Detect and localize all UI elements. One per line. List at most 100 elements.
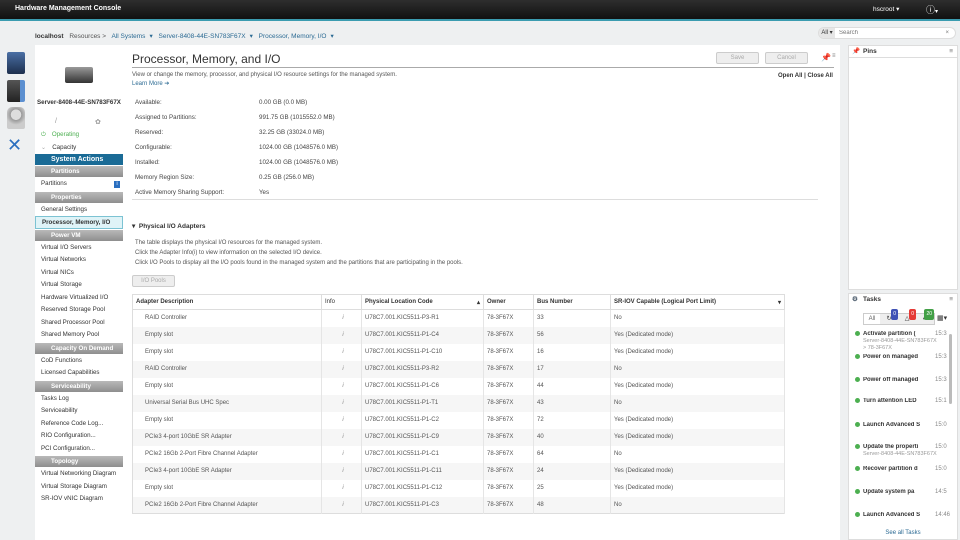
column-header[interactable]: Bus Number (533, 294, 611, 310)
search-input[interactable] (835, 30, 946, 36)
filter-all-button[interactable]: All (864, 314, 880, 324)
task-item[interactable]: Turn attention LED 15:1 (855, 398, 947, 405)
sidebar-item-rio-configuration[interactable]: RIO Configuration... (35, 430, 123, 443)
sidebar-item-serviceability[interactable]: Serviceability (35, 405, 123, 418)
task-item[interactable]: Power on managed 15:3 (855, 354, 947, 361)
sidebar-item-virtual-networking-diagram[interactable]: Virtual Networking Diagram (35, 468, 123, 481)
sidebar-item-partitions[interactable]: Partitions i (35, 178, 123, 191)
adapter-info-icon[interactable]: i (321, 343, 362, 361)
breadcrumb-host[interactable]: localhost (35, 33, 64, 40)
sidebar-item-reference-code-log[interactable]: Reference Code Log... (35, 418, 123, 431)
breadcrumb-page[interactable]: Processor, Memory, I/O (259, 33, 327, 40)
column-header[interactable]: Info (321, 294, 362, 310)
task-item[interactable]: Activate partition (15:3 Server-8408-44E-… (855, 331, 947, 352)
sort-ascending-icon[interactable]: ▴ (477, 299, 480, 306)
adapter-info-icon[interactable]: i (321, 326, 362, 344)
settings-icon[interactable]: ✿ (95, 118, 101, 126)
table-row[interactable]: PCIe3 4-port 10GbE SR Adapter i U78C7.001.… (132, 462, 785, 480)
close-all-link[interactable]: Close All (807, 73, 832, 79)
table-row[interactable]: PCIe2 16Gb 2-Port Fibre Channel Adapter i… (132, 496, 785, 514)
table-row[interactable]: PCIe3 4-port 10GbE SR Adapter i U78C7.001.… (132, 428, 785, 446)
help-icon[interactable]: ⓘ▾ (926, 3, 938, 16)
table-row[interactable]: Empty slot i U78C7.001.KIC5511-P1-C6 78-3F6… (132, 377, 785, 395)
calendar-icon[interactable]: ▦▾ (937, 314, 947, 322)
breadcrumb-server[interactable]: Server-8408-44E-SN783F67X (159, 33, 246, 40)
systems-icon[interactable] (7, 80, 25, 102)
sidebar-item-processor-memory-i-o[interactable]: Processor, Memory, I/O (35, 216, 123, 229)
sidebar-section-power-vm[interactable]: Power VM (35, 229, 123, 241)
task-item[interactable]: Update system pa 14:5 (855, 489, 947, 496)
adapter-info-icon[interactable]: i (321, 462, 362, 480)
table-row[interactable]: Empty slot i U78C7.001.KIC5511-P1-C12 78-3F… (132, 479, 785, 497)
panel-menu-icon[interactable]: ≡ (949, 294, 953, 306)
sidebar-item-capacity[interactable]: ⌄ Capacity (35, 142, 123, 155)
pin-icon[interactable]: 📌 (821, 53, 831, 62)
service-tools-icon[interactable]: ✕ (7, 135, 25, 157)
chevron-down-icon[interactable]: ▾ (250, 33, 253, 40)
table-row[interactable]: PCIe2 16Gb 2-Port Fibre Channel Adapter i… (132, 445, 785, 463)
sidebar-section-capacity-on-demand[interactable]: Capacity On Demand (35, 342, 123, 354)
column-menu-icon[interactable]: ▾ (778, 299, 781, 306)
open-all-link[interactable]: Open All (778, 73, 802, 79)
adapter-info-icon[interactable]: i (321, 309, 362, 327)
breadcrumb-all-systems[interactable]: All Systems (111, 33, 145, 40)
resources-icon[interactable] (7, 52, 25, 74)
column-header[interactable]: SR-IOV Capable (Logical Port Limit) ▾ (610, 294, 785, 310)
learn-more-link[interactable]: Learn More ➔ (132, 80, 169, 87)
task-item[interactable]: Power off managed 15:3 (855, 377, 947, 384)
adapter-info-icon[interactable]: i (321, 411, 362, 429)
panel-menu-icon[interactable]: ≡ (832, 53, 836, 59)
sidebar-item-licensed-capabilities[interactable]: Licensed Capabilities (35, 367, 123, 380)
edit-icon[interactable]: / (55, 118, 57, 125)
column-header[interactable]: Physical Location Code ▴ (361, 294, 484, 310)
security-lock-icon[interactable] (7, 107, 25, 129)
task-item[interactable]: Launch Advanced S 15:0 (855, 422, 947, 429)
adapter-info-icon[interactable]: i (321, 479, 362, 497)
sidebar-item-virtual-nics[interactable]: Virtual NICs (35, 267, 123, 280)
sidebar-item-shared-memory-pool[interactable]: Shared Memory Pool (35, 329, 123, 342)
chevron-down-icon[interactable]: ▾ (330, 33, 333, 40)
user-menu[interactable]: hscroot ▾ (873, 5, 899, 13)
adapter-info-icon[interactable]: i (321, 428, 362, 446)
column-header[interactable]: Adapter Description (132, 294, 322, 310)
sidebar-section-serviceability[interactable]: Serviceability (35, 380, 123, 392)
io-section-toggle[interactable]: ▾ Physical I/O Adapters (132, 222, 205, 230)
sidebar-item-pci-configuration[interactable]: PCI Configuration... (35, 443, 123, 456)
column-header[interactable]: Owner (483, 294, 534, 310)
task-scrollbar[interactable] (949, 334, 952, 404)
sidebar-section-properties[interactable]: Properties (35, 191, 123, 203)
search-scope-dropdown[interactable]: All ▾ (819, 28, 835, 38)
sidebar-item-virtual-storage[interactable]: Virtual Storage (35, 279, 123, 292)
task-item[interactable]: Recover partition d 15:0 (855, 466, 947, 473)
sidebar-item-operating[interactable]: ⏻ Operating (35, 129, 123, 142)
sidebar-item-system-actions[interactable]: System Actions (35, 154, 123, 165)
table-row[interactable]: RAID Controller i U78C7.001.KIC5511-P3-R1 7… (132, 309, 785, 327)
adapter-info-icon[interactable]: i (321, 377, 362, 395)
sidebar-item-virtual-storage-diagram[interactable]: Virtual Storage Diagram (35, 481, 123, 494)
table-row[interactable]: Empty slot i U78C7.001.KIC5511-P1-C10 78-3F… (132, 343, 785, 361)
filter-warning-button[interactable]: △ 0 (898, 309, 916, 324)
table-row[interactable]: Empty slot i U78C7.001.KIC5511-P1-C2 78-3F6… (132, 411, 785, 429)
info-badge[interactable]: i (114, 181, 120, 188)
filter-running-button[interactable]: ↻ 0 (880, 309, 898, 324)
sidebar-item-hardware-virtualized-i-o[interactable]: Hardware Virtualized I/O (35, 292, 123, 305)
breadcrumb-resources[interactable]: Resources > (69, 33, 106, 40)
sidebar-section-topology[interactable]: Topology (35, 456, 123, 467)
adapter-info-icon[interactable]: i (321, 496, 362, 514)
table-row[interactable]: Empty slot i U78C7.001.KIC5511-P1-C4 78-3F6… (132, 326, 785, 344)
adapter-info-icon[interactable]: i (321, 394, 362, 412)
sidebar-item-sr-iov-vnic-diagram[interactable]: SR-IOV vNIC Diagram (35, 493, 123, 506)
see-all-tasks-link[interactable]: See all Tasks (849, 530, 957, 536)
filter-completed-button[interactable]: ✔20 (916, 309, 934, 324)
sidebar-section-partitions[interactable]: Partitions (35, 166, 123, 177)
io-pools-button[interactable]: I/O Pools (132, 275, 175, 287)
sidebar-item-general-settings[interactable]: General Settings (35, 204, 123, 217)
adapter-info-icon[interactable]: i (321, 445, 362, 463)
clear-search-icon[interactable]: × (945, 30, 955, 36)
sidebar-item-virtual-i-o-servers[interactable]: Virtual I/O Servers (35, 242, 123, 255)
sidebar-item-reserved-storage-pool[interactable]: Reserved Storage Pool (35, 304, 123, 317)
sidebar-item-tasks-log[interactable]: Tasks Log (35, 393, 123, 406)
task-item[interactable]: Launch Advanced S 14:46 (855, 512, 950, 519)
table-row[interactable]: Universal Serial Bus UHC Spec i U78C7.001.… (132, 394, 785, 412)
table-row[interactable]: RAID Controller i U78C7.001.KIC5511-P3-R2 7… (132, 360, 785, 378)
